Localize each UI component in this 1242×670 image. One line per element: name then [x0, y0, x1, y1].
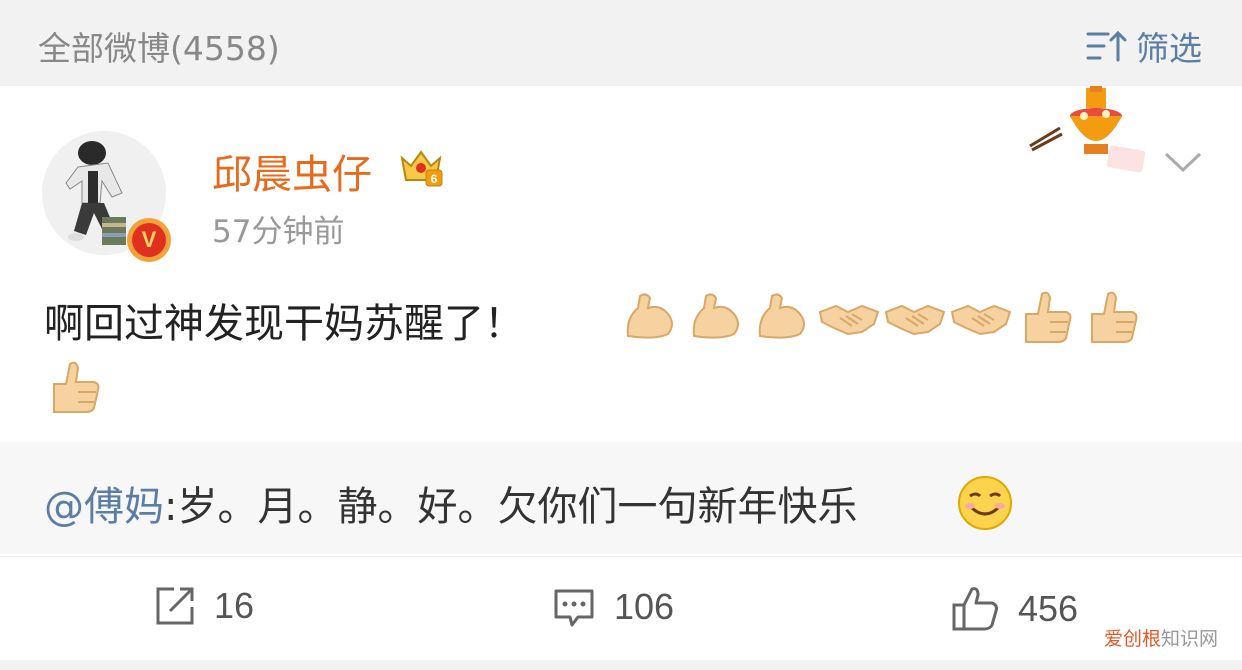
thumbs-up-emoji-icon: [53, 361, 100, 413]
share-icon: [156, 587, 194, 625]
handshake-emoji-icon: [884, 304, 946, 336]
repost-button[interactable]: 16: [154, 585, 254, 627]
thumbs-up-icon: [952, 587, 998, 631]
username[interactable]: 邱晨虫仔: [212, 142, 372, 200]
hotpot-sticker-icon: [1029, 86, 1146, 173]
handshake-emoji-icon: [950, 304, 1012, 336]
share-count: 16: [214, 585, 255, 626]
emoji-row: [620, 286, 1144, 348]
comment-button[interactable]: 106: [552, 585, 674, 629]
verified-badge: V: [127, 218, 171, 262]
watermark-part2: 知识网: [1160, 628, 1218, 650]
top-bar: 全部微博(4558) 筛选: [0, 0, 1242, 86]
comment-count: 106: [614, 586, 675, 627]
filter-button[interactable]: 筛选: [1086, 22, 1202, 70]
filter-label: 筛选: [1136, 29, 1202, 68]
all-posts-count: 全部微博(4558): [38, 29, 280, 68]
chevron-down-icon[interactable]: [1160, 146, 1206, 176]
thumbs-up-emoji-icon: [1091, 291, 1138, 343]
post-text: 啊回过神发现干妈苏醒了！: [44, 301, 524, 347]
muscle-emoji-icon: [758, 293, 805, 339]
repost-mention[interactable]: @傅妈: [44, 484, 164, 530]
watermark-part1: 爱创根: [1103, 628, 1161, 650]
watermark: 爱创根知识网: [1104, 624, 1218, 651]
like-count: 456: [1018, 588, 1079, 629]
action-bar: 16 106 456 爱创根知识网: [0, 556, 1242, 661]
filter-sort-icon: [1086, 30, 1127, 62]
vip-level: 6: [431, 172, 438, 186]
vip-crown-icon[interactable]: 6: [398, 148, 444, 188]
post-card: V 邱晨虫仔 6 57分钟前 啊回过神发现干妈苏醒了！: [0, 86, 1242, 442]
repost-block[interactable]: @傅妈:岁。月。静。好。欠你们一句新年快乐: [0, 442, 1242, 554]
repost-text: :岁。月。静。好。欠你们一句新年快乐: [164, 484, 858, 530]
like-button[interactable]: 456: [950, 585, 1078, 633]
thumbs-up-emoji-icon: [1025, 291, 1072, 343]
muscle-emoji-icon: [626, 293, 673, 339]
repost-text-line: @傅妈:岁。月。静。好。欠你们一句新年快乐: [44, 474, 857, 532]
emoji-row-2: [44, 356, 106, 422]
handshake-emoji-icon: [818, 304, 880, 336]
comment-icon: [554, 589, 594, 627]
bottom-divider: [0, 660, 1242, 670]
smile-emoji-icon: [958, 476, 1012, 530]
post-time: 57分钟前: [212, 214, 345, 250]
muscle-emoji-icon: [692, 293, 739, 339]
